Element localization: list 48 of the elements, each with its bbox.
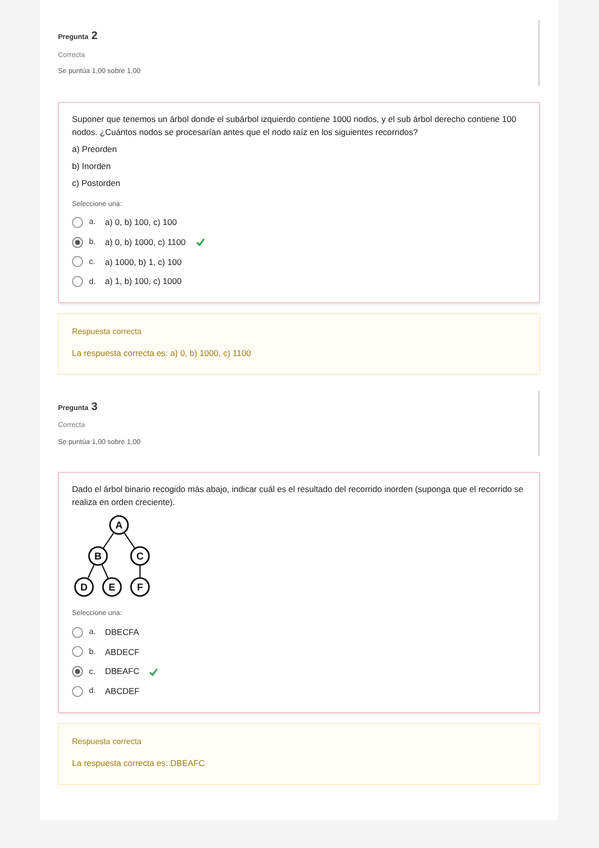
question-number: 2 [91,29,98,44]
feedback-title: Respuesta correcta [72,736,142,748]
option-letter: d. [89,276,97,288]
option-text: a) 0, b) 1000, c) 1100 [105,236,186,248]
radio-button[interactable] [72,236,83,248]
tree-edge [124,532,136,550]
tree-node: A [109,515,129,536]
option-text: DBEAFC [105,665,140,678]
feedback-text: La respuesta correcta es: a) 0, b) 1000, c) 1100 [72,347,252,360]
question-text: b) Inorden [72,160,112,172]
radio-button[interactable] [72,686,83,697]
radio-button[interactable] [72,216,83,228]
question-text: Dado el árbol binario recogido más abajo, indicar cuál es el resultado del recorrido inorden (suponga que el recorrido se realiza en orden creciente). [72,483,524,510]
tree-edge [139,565,141,578]
tree-node: E [102,577,122,598]
question-text: a) Preorden [72,142,118,156]
tree-edge [102,532,114,550]
check-icon [196,238,205,246]
radio-button[interactable] [72,666,83,678]
feedback-title: Respuesta correcta [72,326,142,338]
tree-node: B [88,546,108,566]
tree-edge [101,564,109,580]
option-letter: c. [89,666,96,678]
radio-button[interactable] [72,626,83,638]
question-text: Suponer que tenemos un árbol donde el subárbol izquierdo contiene 1000 nodos, y el sub árbol derecho contiene 100 nodos. ¿Cuántos nodos se procesarían antes que el nodo raíz en los siguientes recorridos? [72,112,518,138]
question-number: 3 [91,400,98,415]
option-text: a) 1, b) 100, c) 1000 [105,275,182,288]
option-letter: b. [89,646,97,658]
question-text: c) Postorden [72,176,122,190]
feedback-text: La respuesta correcta es: DBEAFC [72,756,206,770]
option-letter: b. [89,236,97,248]
option-text: ABDECF [105,646,140,658]
option-letter: a. [89,216,97,228]
radio-button[interactable] [72,646,83,658]
check-icon [149,668,158,676]
option-text: DBECFA [105,626,140,638]
tree-node: C [130,546,150,566]
option-text: a) 1000, b) 1, c) 100 [105,256,182,268]
tree-node: D [74,577,94,598]
option-letter: d. [89,685,97,698]
option-text: ABCDEF [105,685,140,698]
option-text: a) 0, b) 100, c) 100 [105,216,177,229]
option-letter: c. [89,256,96,268]
tree-edge [87,564,95,580]
radio-button[interactable] [72,276,83,288]
option-letter: a. [89,626,97,638]
radio-button[interactable] [72,256,83,268]
tree-node: F [130,577,150,598]
